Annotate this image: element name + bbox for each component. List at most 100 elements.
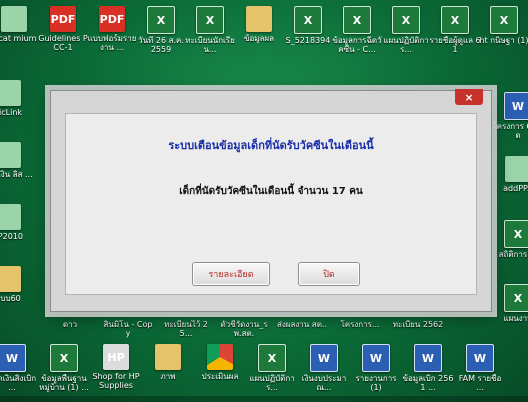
desktop-icon-label: ข้อมูลการฉีดวัคซีน - C... — [332, 36, 382, 54]
xls-file-icon: X — [258, 344, 286, 372]
xls-file-icon: X — [294, 6, 322, 34]
desktop-icon-label: รายชื่อผู้ดูแล 61 — [429, 36, 481, 54]
desktop-icon[interactable]: W เงินงบประมาณ... — [298, 344, 350, 392]
desktop-icon[interactable]: X ทะเบียนนักเรียน... — [184, 6, 236, 54]
desktop-icon[interactable]: W โครงการ 61 วัด — [492, 92, 528, 140]
details-button[interactable]: รายละเอียด — [192, 262, 270, 286]
desktop-icon[interactable]: X สถิติการ ... — [492, 220, 528, 259]
desktop-icon-label: Shop for HP Supplies — [92, 372, 140, 390]
desktop-icon[interactable]: vicat mium — [0, 6, 40, 43]
desktop-icon[interactable]: W ข้อมูลเบิก 2561 ... — [402, 344, 454, 392]
desktop-icon[interactable]: nicLink — [0, 80, 34, 117]
close-icon[interactable]: × — [455, 89, 483, 105]
xls-file-icon: X — [147, 6, 175, 34]
desktop-icon-label: ข้อมูลพื้นฐาน หมู่บ้าน (1) ... — [39, 374, 89, 392]
folder-file-icon — [0, 266, 21, 292]
desktop-icon-label[interactable]: ตัวชี้วัดงาน_รพ.สต. — [218, 318, 270, 338]
desktop-icon[interactable]: X รายชื่อผู้ดูแล 61 — [429, 6, 481, 54]
desktop-icon[interactable]: X วันที่ 26 ส.ค. 2559 — [135, 6, 187, 54]
desktop-icon[interactable]: ข้อมูลผล — [233, 6, 285, 43]
xls-file-icon: X — [50, 344, 78, 372]
desktop-icon-label: PP2010 — [0, 232, 23, 241]
xls-file-icon: X — [196, 6, 224, 34]
desktop-icon-label: vicat mium — [0, 34, 37, 43]
desktop-icon[interactable]: ยอดเงิน ลิส ... — [0, 142, 34, 179]
desktop-icon[interactable]: HP Shop for HP Supplies — [90, 344, 142, 390]
desktop-icon-label: FAM รายชื่อ ... — [458, 374, 502, 392]
desktop-icon-label[interactable]: ดาว — [44, 318, 96, 329]
desktop-icon[interactable]: ภาพ — [142, 344, 194, 381]
xls-file-icon: X — [504, 220, 528, 248]
desktop-icon[interactable]: W รายงานการ (1) — [350, 344, 402, 392]
desktop-icon-label-text: ทะเบียนไว้ 25... — [164, 320, 208, 338]
desktop-icon[interactable]: Xht กนิษฐา (1) — [478, 6, 528, 45]
desktop-icon[interactable]: addPPA — [492, 156, 528, 193]
desktop-icon-label: ทะเบียนนักเรียน... — [185, 36, 235, 54]
desktop-icon-label[interactable]: โครงการ... — [334, 318, 386, 329]
desktop-icon-label[interactable]: สินมิโน - Copy — [102, 318, 154, 338]
desktop-icon-label: ยอดเงิน ลิส ... — [0, 170, 33, 179]
desktop-icon[interactable]: แบบ60 — [0, 266, 34, 303]
desktop-icon-label: ข้อมูลเบิก 2561 ... — [402, 374, 454, 392]
other-file-icon — [0, 142, 21, 168]
desktop-icon-label: โครงการ 61 วัด — [492, 122, 528, 140]
desktop-icon-label[interactable]: ทะเบียนไว้ 25... — [160, 318, 212, 338]
doc-file-icon: W — [362, 344, 390, 372]
desktop-icon[interactable]: PDF Guidelines PCC-1 — [37, 6, 89, 52]
desktop-icon-label: วันที่ 26 ส.ค. 2559 — [138, 36, 184, 54]
desktop-icon-label: เงินงบประมาณ... — [301, 374, 347, 392]
desktop-icon[interactable]: X แผนปฏิบัติการ... — [246, 344, 298, 392]
folder-file-icon — [246, 6, 272, 32]
desktop-icon-label: nicLink — [0, 108, 23, 117]
desktop-icon-label[interactable]: ส่งผลงาน สต.. — [276, 318, 328, 329]
dialog-panel: ระบบเตือนข้อมูลเด็กที่นัดรับวัคซีนในเดือ… — [65, 113, 477, 295]
print-file-icon: HP — [103, 344, 129, 370]
desktop-icon-label: ยอดเงินสิ่งเบิก ... — [0, 374, 37, 392]
desktop-icon-label: ข้อมูลผล — [243, 34, 275, 43]
desktop-icon[interactable]: X S_5218394 — [282, 6, 334, 45]
close-button[interactable]: ปิด — [298, 262, 360, 286]
desktop-icon-label: แบบ60 — [0, 294, 21, 303]
desktop-icon[interactable]: X ข้อมูลการฉีดวัคซีน - C... — [331, 6, 383, 54]
pdf-file-icon: PDF — [50, 6, 76, 32]
desktop-icon-label: ประเมินผล — [201, 372, 239, 381]
desktop-icon-label: แบบฟอร์มรายงาน ... — [87, 34, 137, 52]
desktop-icon[interactable]: X แผนปฏิบัติการ... — [380, 6, 432, 54]
desktop-icon-label[interactable]: ทะเบียน 2562 — [392, 318, 444, 329]
desktop-icon-label: แผนงาน — [503, 314, 528, 323]
xls-file-icon: X — [504, 284, 528, 312]
desktop-icon-label: ht กนิษฐา (1) — [479, 36, 528, 45]
reminder-dialog: × ระบบเตือนข้อมูลเด็กที่นัดรับวัคซีนในเด… — [50, 89, 492, 312]
desktop-icon-label: Guidelines PCC-1 — [38, 34, 88, 52]
desktop-icon[interactable]: PDF แบบฟอร์มรายงาน ... — [86, 6, 138, 52]
desktop-icon-label-text: ส่งผลงาน สต.. — [277, 320, 327, 329]
desktop-icon-label: แผนปฏิบัติการ... — [383, 36, 429, 54]
desktop-icon-label: รายงานการ (1) — [355, 374, 397, 392]
other-file-icon — [505, 156, 528, 182]
desktop-icon-label: addPPA — [503, 184, 528, 193]
desktop-icon[interactable]: W FAM รายชื่อ ... — [454, 344, 506, 392]
other-file-icon — [0, 204, 21, 230]
desktop-icon-label: ภาพ — [160, 372, 176, 381]
desktop-icon[interactable]: PP2010 — [0, 204, 34, 241]
doc-file-icon: W — [466, 344, 494, 372]
desktop-icon-label: สถิติการ ... — [498, 250, 528, 259]
desktop-icon[interactable]: ประเมินผล — [194, 344, 246, 381]
folder-file-icon — [155, 344, 181, 370]
xls-file-icon: X — [441, 6, 469, 34]
doc-file-icon: W — [414, 344, 442, 372]
xls-file-icon: X — [343, 6, 371, 34]
pdf-file-icon: PDF — [99, 6, 125, 32]
other-file-icon — [0, 80, 21, 106]
dialog-title: ระบบเตือนข้อมูลเด็กที่นัดรับวัคซีนในเดือ… — [168, 139, 374, 152]
dialog-message: เด็กที่นัดรับวัคซีนในเดือนนี้ จำนวน 17 ค… — [179, 186, 363, 197]
doc-file-icon: W — [310, 344, 338, 372]
other-file-icon — [1, 6, 27, 32]
desktop-icon[interactable]: W ยอดเงินสิ่งเบิก ... — [0, 344, 38, 392]
xls-file-icon: X — [490, 6, 518, 34]
desktop-icon[interactable]: X ข้อมูลพื้นฐาน หมู่บ้าน (1) ... — [38, 344, 90, 392]
desktop-icon[interactable]: X แผนงาน — [492, 284, 528, 323]
doc-file-icon: W — [0, 344, 26, 372]
desktop-icon-label: แผนปฏิบัติการ... — [249, 374, 295, 392]
desktop-icon-label-text: สินมิโน - Copy — [103, 320, 153, 338]
